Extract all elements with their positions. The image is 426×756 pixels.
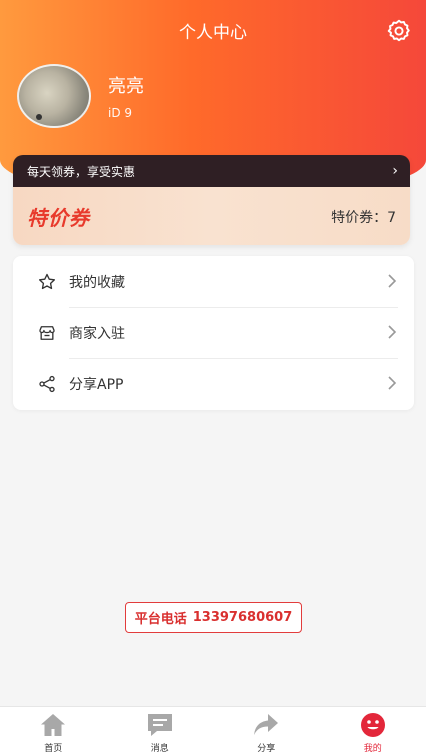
tab-label: 分享 — [257, 744, 276, 754]
tab-share[interactable]: 分享 — [213, 707, 320, 756]
store-icon — [39, 326, 55, 340]
coupon-body[interactable]: 特价券 特价券：7 — [13, 187, 410, 245]
title-bar: 个人中心 — [0, 0, 426, 60]
menu-card: 我的收藏 商家入驻 分享APP — [13, 256, 414, 410]
tab-label: 我的 — [363, 744, 382, 754]
share-arrow-icon — [254, 714, 279, 735]
menu-item-merchant[interactable]: 商家入驻 — [13, 307, 414, 358]
settings-button[interactable] — [386, 18, 412, 44]
tab-messages[interactable]: 消息 — [107, 707, 214, 756]
tab-home[interactable]: 首页 — [0, 707, 107, 756]
smile-icon — [360, 713, 385, 737]
message-icon — [147, 714, 172, 736]
coupon-banner-text: 每天领券，享受实惠 — [27, 164, 136, 179]
platform-phone-button[interactable]: 平台电话 13397680607 — [125, 602, 302, 633]
chevron-right-icon — [388, 274, 397, 288]
chevron-right-icon — [388, 376, 397, 390]
menu-item-label: 商家入驻 — [69, 325, 125, 342]
username: 亮亮 — [108, 76, 144, 97]
coupon-logo: 特价券 — [27, 206, 90, 230]
menu-item-share-app[interactable]: 分享APP — [13, 358, 414, 409]
coupon-banner[interactable]: 每天领券，享受实惠 › — [13, 155, 410, 187]
home-icon — [41, 714, 66, 736]
tab-label: 消息 — [150, 744, 169, 754]
menu-item-label: 我的收藏 — [69, 274, 125, 291]
menu-item-label: 分享APP — [69, 376, 124, 393]
chevron-right-icon: › — [392, 163, 398, 179]
phone-number: 13397680607 — [192, 610, 293, 625]
star-icon — [39, 273, 55, 290]
page-title: 个人中心 — [179, 23, 247, 43]
avatar-image-detail — [36, 114, 42, 120]
tab-label: 首页 — [44, 744, 63, 754]
bottom-tab-bar: 首页 消息 分享 我的 — [0, 706, 426, 756]
phone-label: 平台电话 — [134, 612, 187, 627]
avatar[interactable] — [17, 64, 91, 128]
tab-mine[interactable]: 我的 — [320, 707, 426, 756]
share-icon — [39, 375, 55, 393]
chevron-right-icon — [388, 325, 397, 339]
gear-icon — [387, 19, 410, 42]
coupon-count: 特价券：7 — [331, 210, 396, 226]
coupon-card: 每天领券，享受实惠 › 特价券 特价券：7 — [13, 155, 410, 245]
user-id: iD 9 — [108, 106, 133, 120]
menu-item-favorites[interactable]: 我的收藏 — [13, 256, 414, 307]
